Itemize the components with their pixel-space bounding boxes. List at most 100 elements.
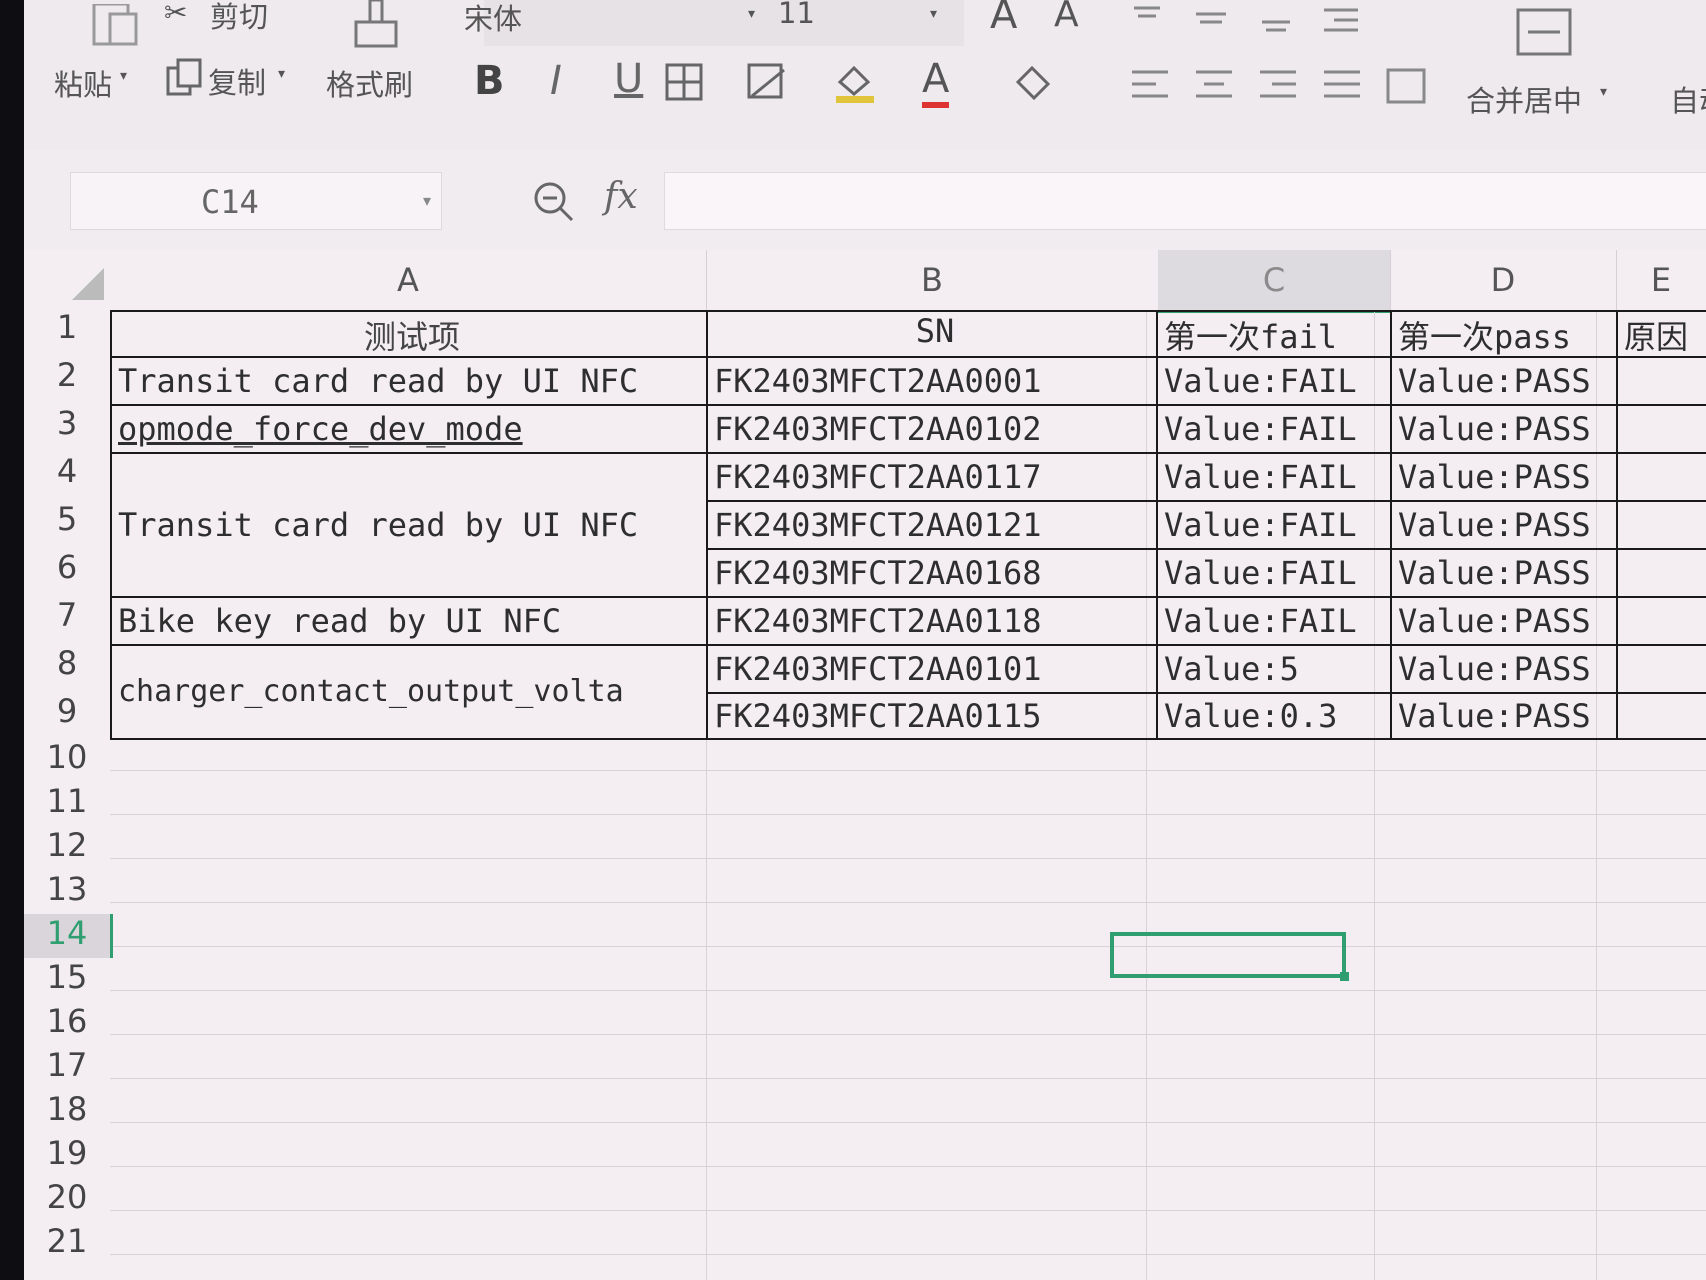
first-fail-cell[interactable]: Value:5 (1156, 644, 1392, 694)
test-item-cell[interactable]: Bike key read by UI NFC (110, 596, 708, 646)
column-header-b[interactable]: B (706, 250, 1159, 310)
row-header[interactable]: 18 (24, 1090, 110, 1128)
font-name-dropdown-icon[interactable]: ▾ (748, 6, 755, 22)
row-header[interactable]: 17 (24, 1046, 110, 1084)
format-painter-icon[interactable] (352, 0, 402, 50)
reason-cell[interactable] (1616, 644, 1706, 694)
first-pass-cell[interactable]: Value:PASS (1390, 548, 1618, 598)
sn-cell[interactable]: FK2403MFCT2AA0168 (706, 548, 1158, 598)
first-pass-cell[interactable]: Value:PASS (1390, 356, 1618, 406)
first-fail-cell[interactable]: Value:FAIL (1156, 452, 1392, 502)
first-fail-cell[interactable]: Value:FAIL (1156, 404, 1392, 454)
header-cell-first-fail[interactable]: 第一次fail (1156, 310, 1392, 358)
horizontal-align-icons[interactable] (1128, 66, 1428, 110)
increase-font-icon[interactable]: A (990, 0, 1017, 38)
row-header[interactable]: 16 (24, 1002, 110, 1040)
reason-cell[interactable] (1616, 548, 1706, 598)
test-item-cell[interactable]: Transit card read by UI NFC (110, 356, 708, 406)
row-header[interactable]: 20 (24, 1178, 110, 1216)
row-header[interactable]: 12 (24, 826, 110, 864)
first-fail-cell[interactable]: Value:FAIL (1156, 500, 1392, 550)
cut-button[interactable]: 剪切 (210, 0, 268, 36)
format-painter-button[interactable]: 格式刷 (326, 62, 413, 104)
row-header[interactable]: 10 (24, 738, 110, 776)
copy-button[interactable]: 复制 (208, 60, 266, 102)
underline-button[interactable]: U (614, 56, 643, 102)
header-cell-first-pass[interactable]: 第一次pass (1390, 310, 1618, 358)
sn-cell[interactable]: FK2403MFCT2AA0001 (706, 356, 1158, 406)
column-header-e[interactable]: E (1616, 250, 1706, 310)
sn-cell[interactable]: FK2403MFCT2AA0117 (706, 452, 1158, 502)
first-fail-cell[interactable]: Value:0.3 (1156, 692, 1392, 740)
first-pass-cell[interactable]: Value:PASS (1390, 404, 1618, 454)
row-header[interactable]: 1 (24, 308, 110, 346)
row-header[interactable]: 2 (24, 356, 110, 394)
row-header[interactable]: 11 (24, 782, 110, 820)
paste-button[interactable]: 粘贴 (54, 62, 112, 104)
test-item-cell-merged[interactable]: charger_contact_output_volta (110, 644, 708, 740)
active-cell-c14[interactable] (1110, 932, 1349, 981)
reason-cell[interactable] (1616, 596, 1706, 646)
row-header[interactable]: 3 (24, 404, 110, 442)
reason-cell[interactable] (1616, 452, 1706, 502)
first-pass-cell[interactable]: Value:PASS (1390, 692, 1618, 740)
select-all-corner-icon[interactable] (68, 264, 108, 304)
cell-style-icon[interactable] (746, 62, 790, 102)
row-header[interactable]: 19 (24, 1134, 110, 1172)
row-header[interactable]: 13 (24, 870, 110, 908)
italic-button[interactable]: I (550, 58, 562, 104)
paste-dropdown-icon[interactable]: ▾ (120, 68, 127, 84)
header-cell-reason[interactable]: 原因 (1616, 310, 1706, 358)
font-size-dropdown-icon[interactable]: ▾ (930, 6, 937, 22)
scissors-icon[interactable]: ✂ (164, 0, 187, 29)
borders-icon[interactable] (664, 62, 704, 102)
sn-cell[interactable]: FK2403MFCT2AA0115 (706, 692, 1158, 740)
decrease-font-icon[interactable]: A (1054, 0, 1079, 35)
first-fail-cell[interactable]: Value:FAIL (1156, 596, 1392, 646)
merge-center-icon[interactable] (1514, 6, 1574, 58)
paste-icon[interactable] (68, 4, 148, 48)
row-header[interactable]: 21 (24, 1222, 110, 1260)
first-pass-cell[interactable]: Value:PASS (1390, 500, 1618, 550)
sn-cell[interactable]: FK2403MFCT2AA0102 (706, 404, 1158, 454)
reason-cell[interactable] (1616, 692, 1706, 740)
column-header-d[interactable]: D (1390, 250, 1617, 310)
column-header-c[interactable]: C (1158, 250, 1391, 313)
sn-cell[interactable]: FK2403MFCT2AA0121 (706, 500, 1158, 550)
bold-button[interactable]: B (474, 58, 505, 104)
fx-icon[interactable]: fx (604, 176, 638, 217)
test-item-cell[interactable]: opmode_force_dev_mode (110, 404, 708, 454)
row-header[interactable]: 8 (24, 644, 110, 682)
merge-dropdown-icon[interactable]: ▾ (1600, 84, 1607, 100)
row-header[interactable]: 4 (24, 452, 110, 490)
row-header[interactable]: 5 (24, 500, 110, 538)
reason-cell[interactable] (1616, 356, 1706, 406)
copy-icon[interactable] (166, 58, 202, 98)
test-item-cell-merged[interactable]: Transit card read by UI NFC (110, 452, 708, 598)
first-fail-cell[interactable]: Value:FAIL (1156, 548, 1392, 598)
first-fail-cell[interactable]: Value:FAIL (1156, 356, 1392, 406)
font-size-select[interactable]: 11 (778, 0, 815, 30)
sn-cell[interactable]: FK2403MFCT2AA0101 (706, 644, 1158, 694)
sn-cell[interactable]: FK2403MFCT2AA0118 (706, 596, 1158, 646)
auto-wrap-button[interactable]: 自动 (1670, 78, 1706, 120)
first-pass-cell[interactable]: Value:PASS (1390, 596, 1618, 646)
row-header[interactable]: 7 (24, 596, 110, 634)
reason-cell[interactable] (1616, 404, 1706, 454)
copy-dropdown-icon[interactable]: ▾ (278, 66, 285, 82)
name-box[interactable]: C14 ▾ (70, 172, 442, 230)
row-header[interactable]: 6 (24, 548, 110, 586)
name-box-dropdown-icon[interactable]: ▾ (423, 191, 431, 210)
clear-format-icon[interactable] (1012, 62, 1056, 102)
fill-color-icon[interactable] (832, 60, 878, 104)
row-header-selected[interactable]: 14 (24, 914, 113, 958)
header-cell-test-item[interactable]: 测试项 (110, 310, 708, 358)
first-pass-cell[interactable]: Value:PASS (1390, 452, 1618, 502)
font-name-select[interactable]: 宋体 (464, 0, 522, 38)
row-header[interactable]: 9 (24, 692, 110, 730)
header-cell-sn[interactable]: SN (706, 310, 1158, 358)
font-color-button[interactable]: A (922, 56, 950, 108)
merge-center-button[interactable]: 合并居中 (1466, 78, 1582, 120)
formula-input[interactable] (664, 172, 1706, 230)
vertical-align-icons[interactable] (1128, 0, 1368, 40)
